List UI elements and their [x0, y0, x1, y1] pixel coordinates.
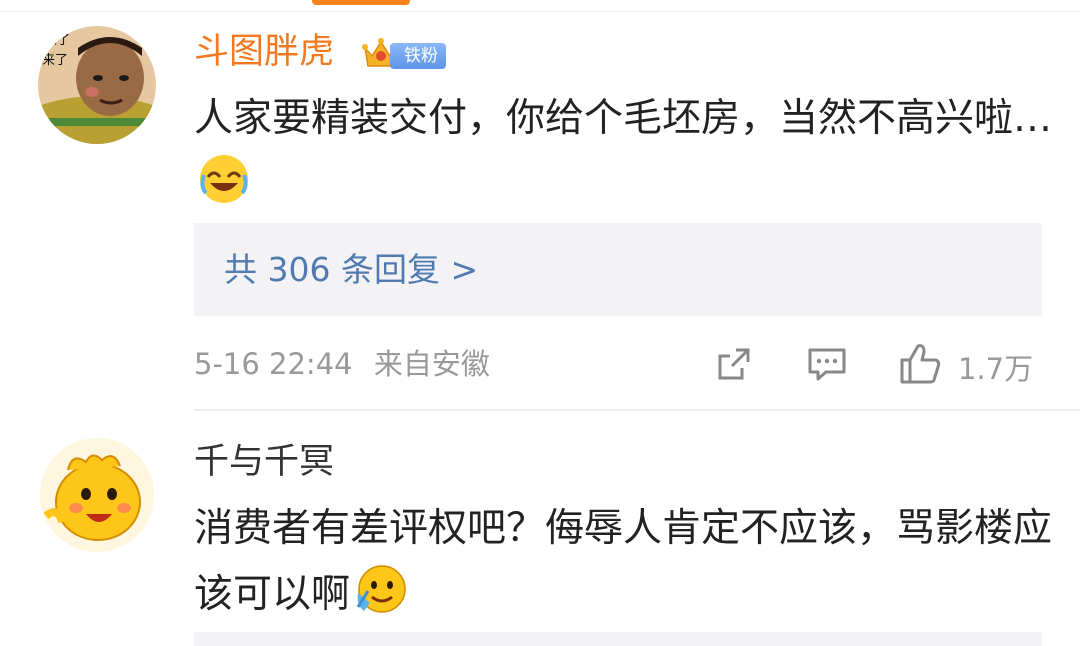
username[interactable]: 斗图胖虎	[194, 30, 334, 74]
crying-smile-emoji-icon	[354, 563, 408, 636]
comment-meta: 5-16 22:44 来自安徽	[194, 344, 490, 384]
comment-date: 5-16 22:44	[194, 347, 353, 381]
comment-divider	[194, 409, 1080, 411]
comment-text: 人家要精装交付，你给个毛坯房，当然不高兴啦…	[194, 86, 1054, 226]
like-count: 1.7万	[958, 351, 1034, 386]
like-button[interactable]: 1.7万	[898, 340, 1033, 393]
top-tab-indicator	[312, 0, 410, 5]
username[interactable]: 千与千冥	[194, 440, 334, 484]
view-replies-link[interactable]: 共 306 条回复 >	[224, 223, 478, 316]
share-icon	[714, 344, 754, 391]
share-button[interactable]	[714, 344, 754, 391]
comment-text: 消费者有差评权吧？侮辱人肯定不应该，骂影楼应该可以啊	[194, 496, 1054, 636]
comment-text-body: 消费者有差评权吧？侮辱人肯定不应该，骂影楼应该可以啊	[194, 506, 1053, 617]
replies-panel[interactable]	[194, 632, 1042, 646]
fan-badge: 铁粉	[390, 43, 446, 69]
svg-text:来了: 来了	[42, 52, 68, 67]
replies-panel[interactable]: 共 306 条回复 >	[194, 223, 1042, 316]
fan-badge-group[interactable]: 铁粉	[362, 36, 446, 76]
comment-button[interactable]	[806, 344, 848, 391]
comment-text-body: 人家要精装交付，你给个毛坯房，当然不高兴啦…	[194, 96, 1053, 141]
svg-text:来了: 来了	[44, 32, 70, 47]
comment-source: 来自安徽	[373, 347, 490, 381]
comment-icon	[806, 344, 848, 391]
top-divider	[0, 11, 1080, 12]
avatar[interactable]: 来了 来了	[38, 26, 156, 144]
avatar[interactable]	[38, 436, 156, 554]
laugh-cry-emoji-icon	[198, 153, 250, 226]
like-icon	[898, 340, 944, 393]
